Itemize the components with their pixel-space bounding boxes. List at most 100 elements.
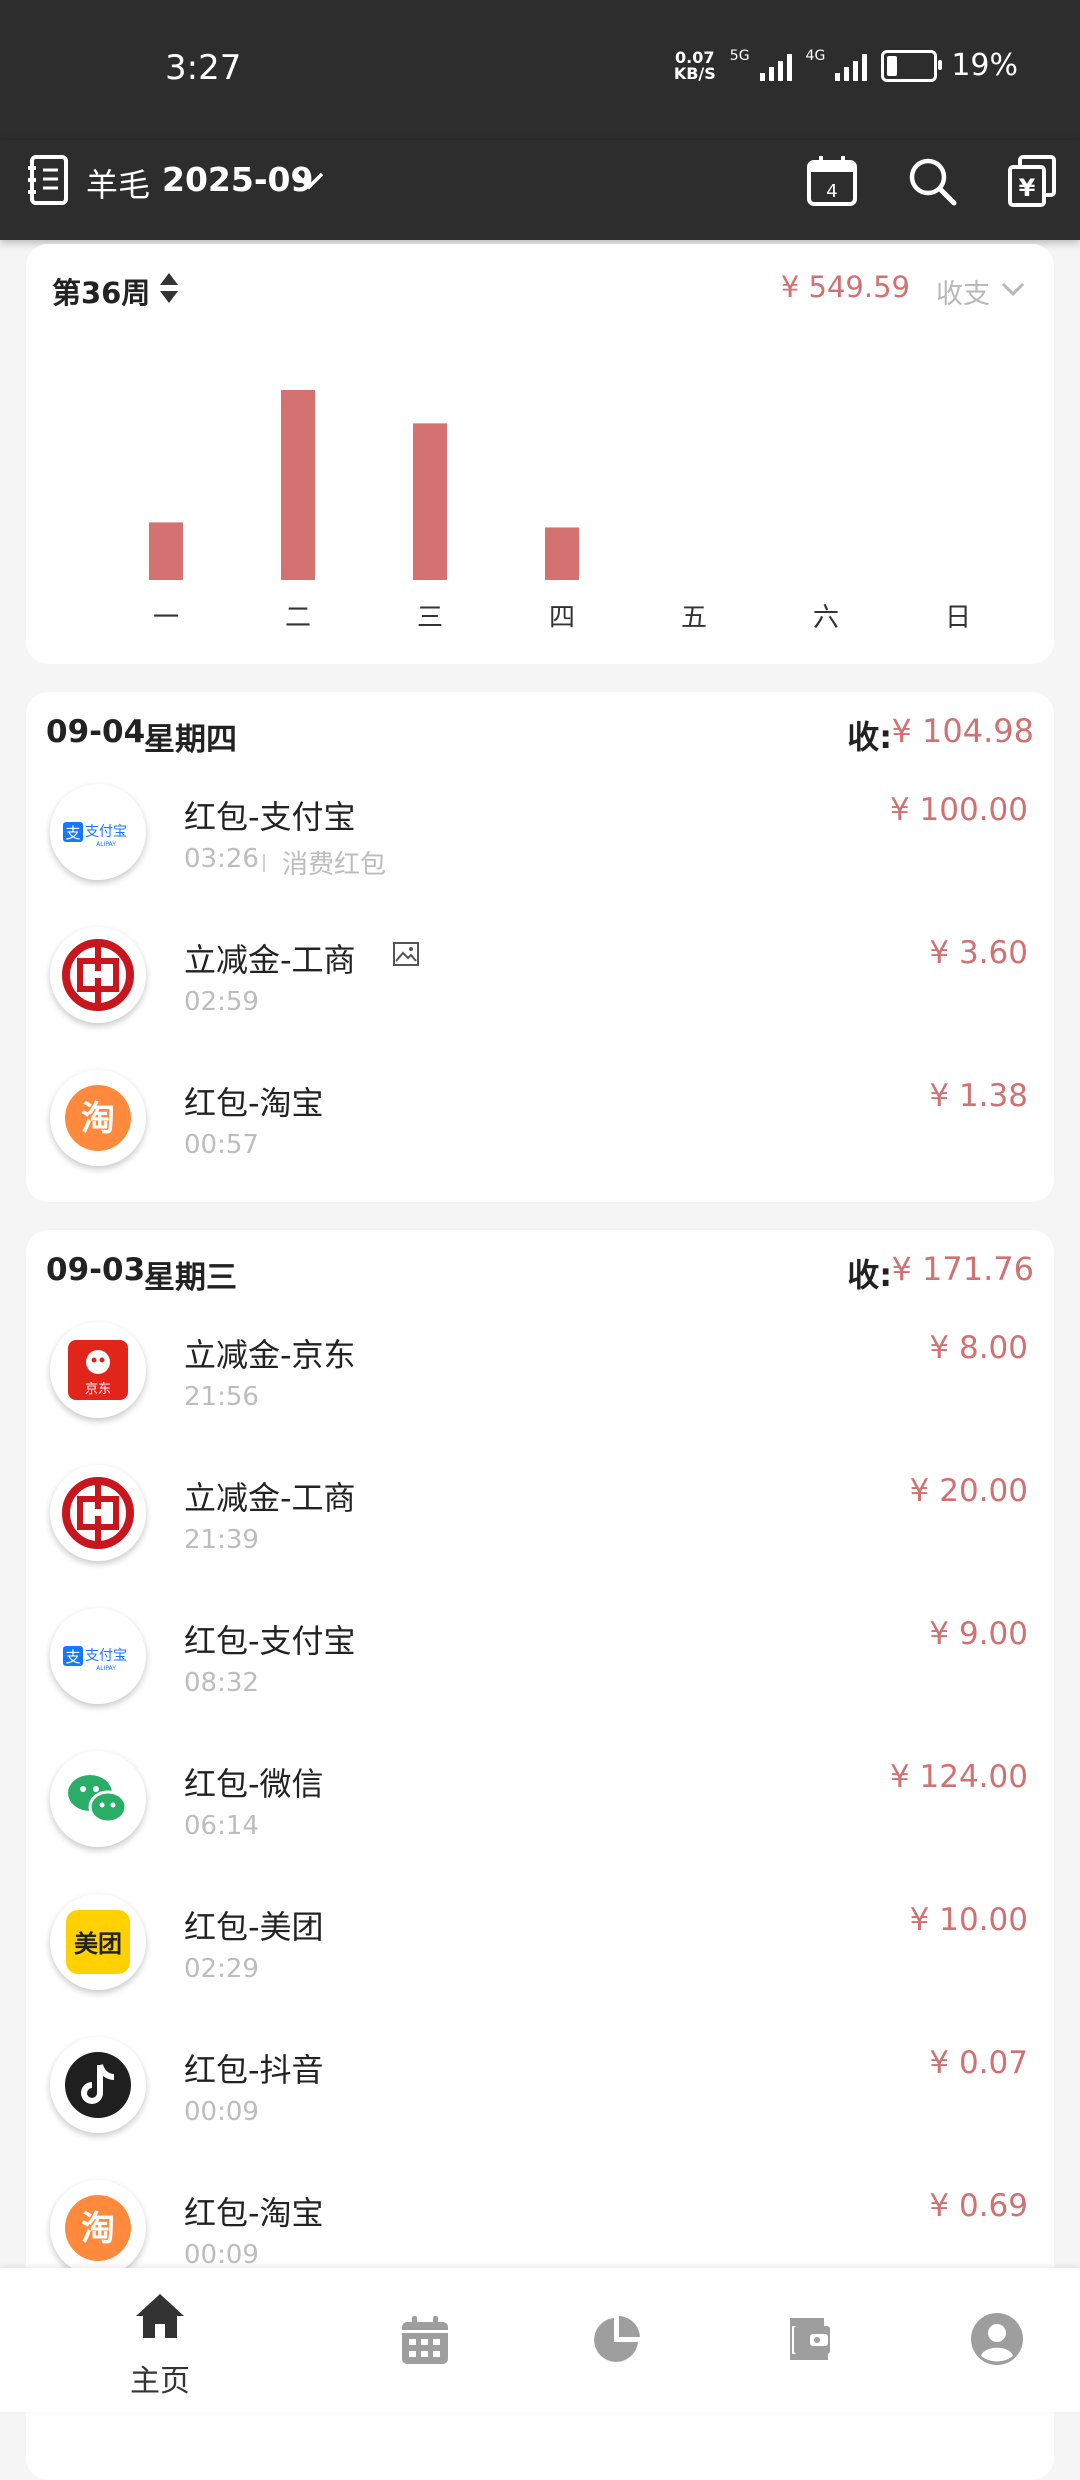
search-icon[interactable] [906,154,958,208]
signal-4g-icon [835,51,868,81]
transaction-title: 红包-淘宝 [184,1084,324,1122]
bottom-nav: 主页 [0,2268,1080,2412]
week-chart-card: 第36周 ¥ 549.59 收支 一二三四五六日 [26,244,1054,664]
chart-bar[interactable] [545,527,579,580]
nav-stats[interactable] [516,2268,716,2412]
battery-level: 19% [951,48,1018,83]
transaction-amount: ¥ 100.00 [889,792,1028,828]
transaction-title: 红包-美团 [184,1908,324,1946]
icbc-icon [50,1465,146,1561]
chart-day-label: 三 [417,603,443,633]
taobao-icon: 淘 [50,1070,146,1166]
image-attachment-icon [392,941,420,971]
transaction-row[interactable]: 立减金-工商 02:59 ¥ 3.60 [26,913,1054,1056]
pie-chart-icon [594,2316,640,2362]
svg-text:淘: 淘 [81,1099,115,1139]
transaction-amount: ¥ 1.38 [929,1078,1028,1114]
book-name[interactable]: 羊毛 [86,160,150,206]
svg-text:4: 4 [826,181,837,202]
home-icon [136,2294,184,2338]
day-date: 09-03 [46,1252,146,1288]
signal-5g-label: 5G [729,48,750,64]
separator [263,854,265,872]
status-time: 3:27 [165,48,242,88]
svg-text:ALIPAY: ALIPAY [96,1665,116,1672]
chart-bar[interactable] [149,522,183,580]
svg-text:¥: ¥ [1019,174,1036,202]
transaction-title: 立减金-工商 [184,1479,356,1517]
calendar-icon[interactable]: 4 [806,154,858,208]
transaction-amount: ¥ 0.07 [929,2045,1028,2081]
transaction-row[interactable]: 红包-抖音 00:09 ¥ 0.07 [26,2023,1054,2166]
transaction-row[interactable]: 淘 红包-淘宝 00:57 ¥ 1.38 [26,1056,1054,1199]
svg-text:支付宝: 支付宝 [85,824,127,840]
nav-calendar[interactable] [326,2268,526,2412]
transaction-row[interactable]: 美团 红包-美团 02:29 ¥ 10.00 [26,1880,1054,2023]
chart-day-label: 五 [681,603,707,633]
transaction-amount: ¥ 20.00 [909,1473,1028,1509]
svg-text:京东: 京东 [85,1382,111,1397]
meituan-icon: 美团 [50,1894,146,1990]
svg-text:美团: 美团 [74,1930,122,1958]
transaction-amount: ¥ 3.60 [929,935,1028,971]
nav-profile[interactable] [896,2268,1080,2412]
transaction-row[interactable]: 支支付宝 ALIPAY 红包-支付宝 08:32 ¥ 9.00 [26,1594,1054,1737]
wechat-icon [50,1751,146,1847]
calendar-icon [402,2316,448,2364]
nav-home[interactable]: 主页 [60,2268,260,2412]
transaction-amount: ¥ 0.69 [929,2188,1028,2224]
transaction-time: 21:39 [184,1525,259,1555]
douyin-icon [50,2037,146,2133]
status-right: 0.07 KB/S 5G 4G 19% [674,48,1018,83]
chart-bar[interactable] [281,390,315,580]
svg-text:ALIPAY: ALIPAY [96,841,116,848]
transaction-title: 红包-淘宝 [184,2194,324,2232]
nav-wallet[interactable] [706,2268,906,2412]
top-bar: 羊毛 2025-09 4 ¥ [0,140,1080,240]
status-bar: 3:27 0.07 KB/S 5G 4G 19% [0,0,1080,140]
transaction-amount: ¥ 8.00 [929,1330,1028,1366]
nav-home-label: 主页 [130,2364,190,2399]
chevron-down-icon[interactable] [292,164,326,198]
svg-text:支: 支 [65,824,80,842]
chart-bar[interactable] [413,423,447,580]
transaction-row[interactable]: 红包-微信 06:14 ¥ 124.00 [26,1737,1054,1880]
transaction-row[interactable]: 立减金-工商 21:39 ¥ 20.00 [26,1451,1054,1594]
signal-5g-icon [759,51,792,81]
svg-text:淘: 淘 [81,2209,115,2249]
chart-day-label: 二 [285,603,311,633]
transaction-time: 21:56 [184,1382,259,1412]
transaction-time: 08:32 [184,1668,259,1698]
day-weekday: 星期四 [144,722,237,758]
transaction-time: 00:09 [184,2097,259,2127]
month-selector[interactable]: 2025-09 [162,160,313,199]
transaction-title: 立减金-工商 [184,941,356,979]
chart-day-label: 四 [549,603,575,633]
chart-day-label: 一 [153,603,179,633]
day-date: 09-04 [46,714,146,750]
svg-text:支付宝: 支付宝 [85,1648,127,1664]
transaction-note: 消费红包 [282,850,387,880]
transaction-time: 02:29 [184,1954,259,1984]
transaction-time: 02:59 [184,987,259,1017]
transaction-title: 立减金-京东 [184,1336,356,1374]
day-income-label: 收: [847,1256,892,1294]
transaction-title: 红包-支付宝 [184,1622,356,1660]
transaction-row[interactable]: 京东 立减金-京东 21:56 ¥ 8.00 [26,1308,1054,1451]
transaction-time: 00:57 [184,1130,259,1160]
bills-icon[interactable]: ¥ [1006,154,1058,208]
notebook-icon[interactable] [26,154,70,206]
user-icon [971,2313,1023,2365]
wallet-icon [790,2318,830,2360]
jd-icon: 京东 [50,1322,146,1418]
transaction-row[interactable]: 支支付宝 ALIPAY 红包-支付宝 03:26 消费红包 ¥ 100.00 [26,770,1054,913]
week-bar-chart: 一二三四五六日 [149,390,971,633]
taobao-icon: 淘 [50,2180,146,2276]
transaction-title: 红包-抖音 [184,2051,324,2089]
chart-day-label: 六 [813,603,839,633]
transaction-amount: ¥ 124.00 [889,1759,1028,1795]
icbc-icon [50,927,146,1023]
alipay-icon: 支支付宝 ALIPAY [50,784,146,880]
day-group: 09-04 星期四 收: ¥ 104.98 支支付宝 ALIPAY 红包-支付宝 03… [26,692,1054,1202]
svg-text:支: 支 [65,1648,80,1666]
